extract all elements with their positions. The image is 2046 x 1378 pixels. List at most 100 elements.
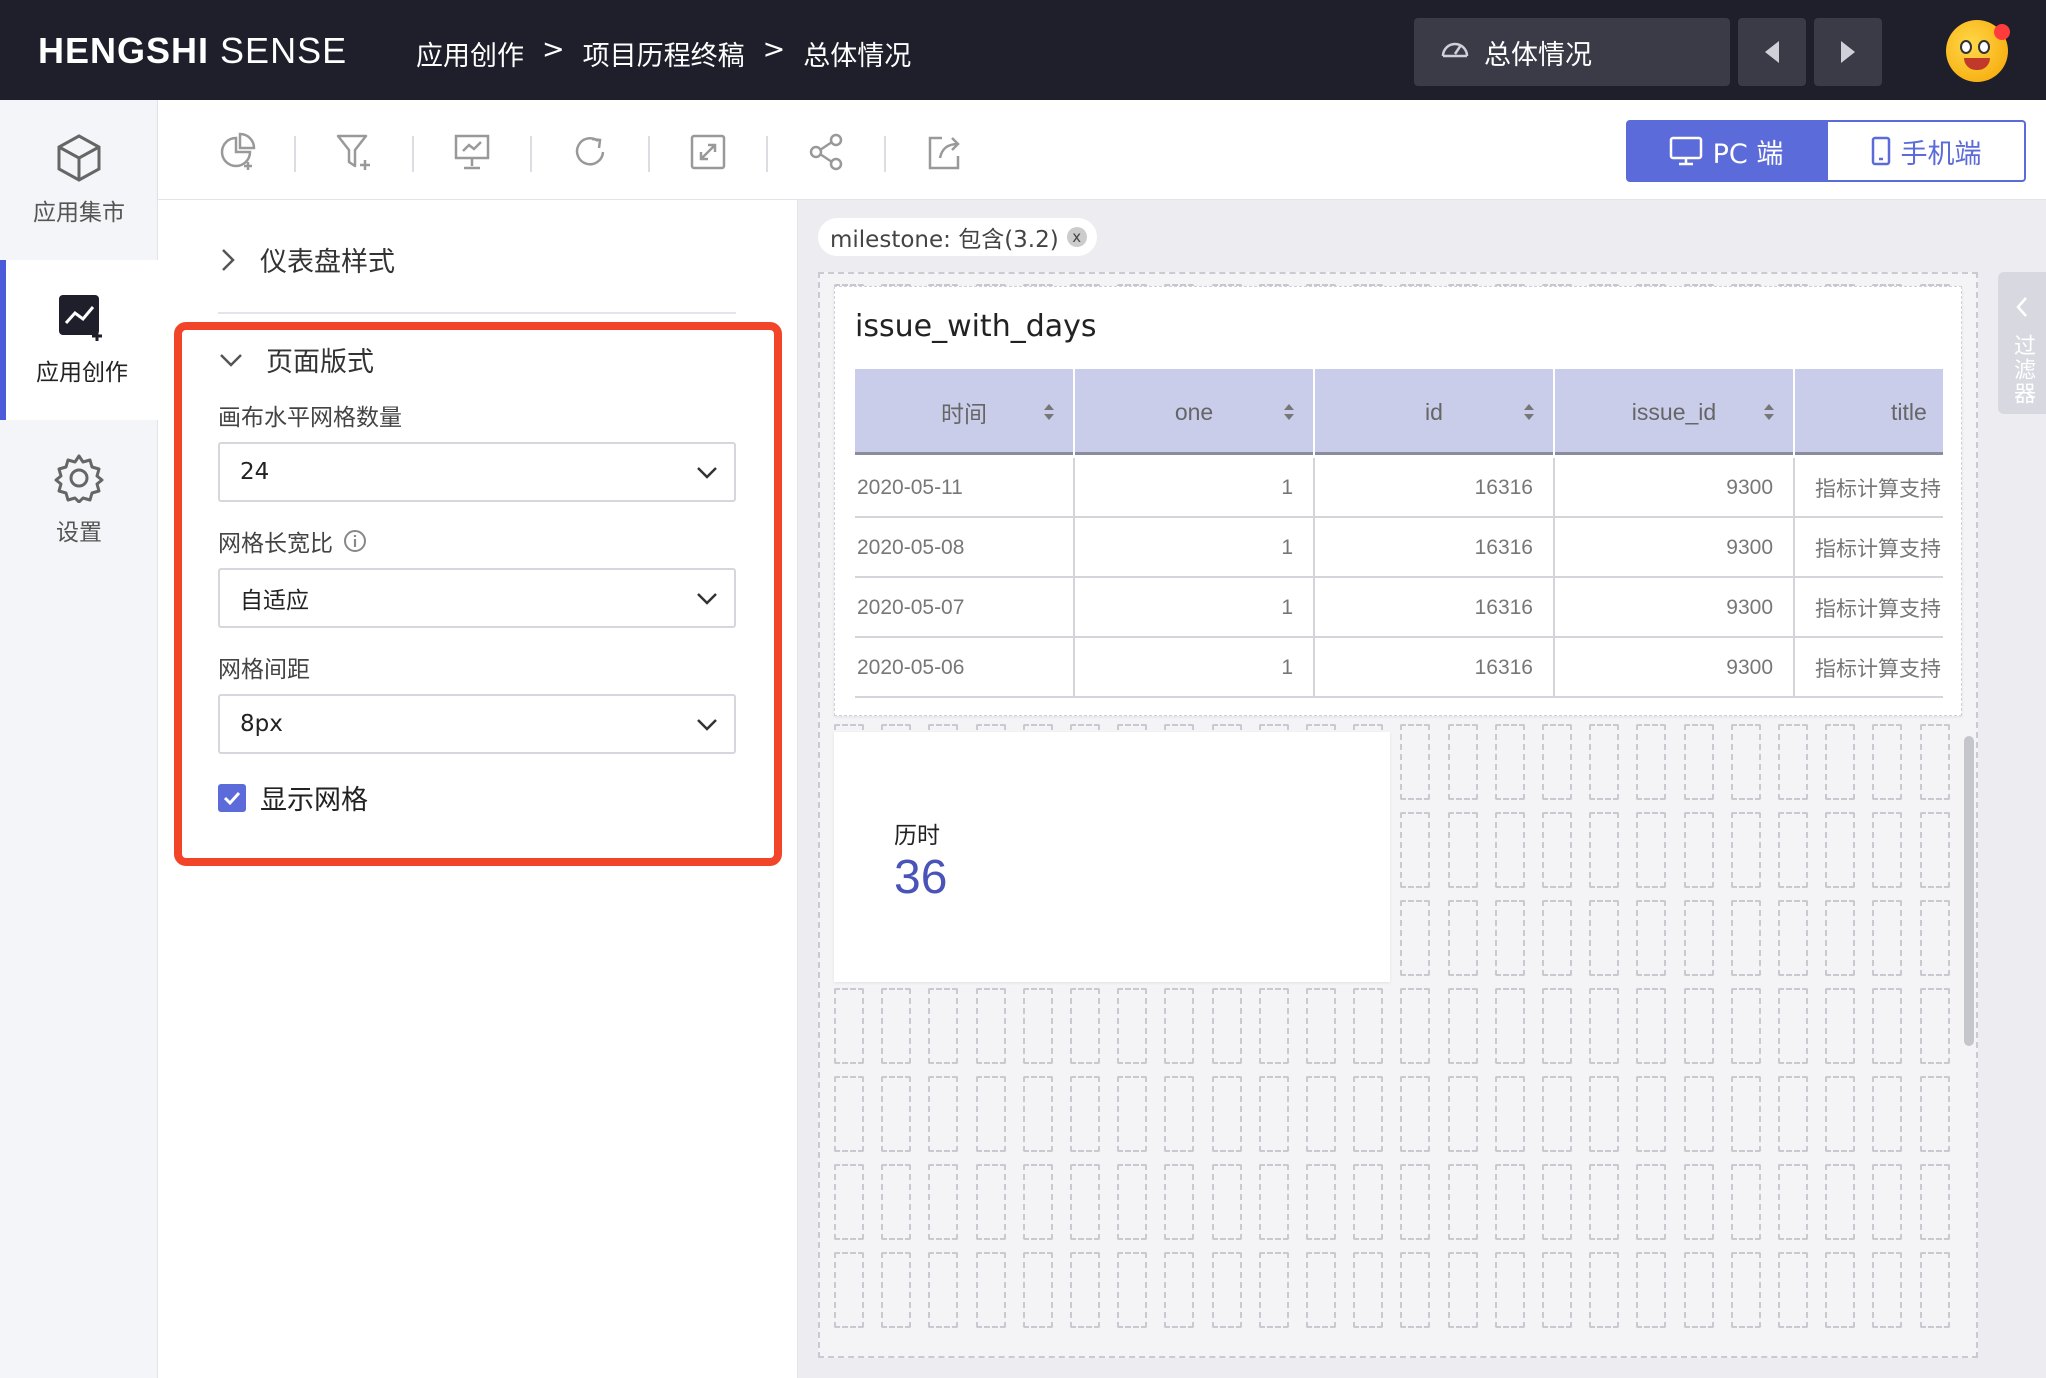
grid-cell: [1730, 812, 1761, 888]
grid-cell: [1258, 1164, 1289, 1240]
grid-cell: [1542, 1076, 1572, 1152]
sort-icon[interactable]: [1763, 403, 1775, 421]
table-cell: 9300: [1555, 578, 1795, 638]
mobile-view-button[interactable]: 手机端: [1826, 120, 2026, 182]
refresh-button[interactable]: [568, 130, 612, 174]
grid-cell: [1872, 724, 1903, 800]
table-header-cell[interactable]: issue_id: [1555, 369, 1795, 455]
grid-cell: [928, 1164, 959, 1240]
table-row[interactable]: 2020-05-11 1 16316 9300 指标计算支持: [855, 458, 1943, 518]
table-row[interactable]: 2020-05-07 1 16316 9300 指标计算支持: [855, 578, 1943, 638]
rail-item-app-creation[interactable]: 应用创作: [0, 260, 158, 420]
data-table: 时间 one id issue_id title 2020-05-11 1 1631…: [855, 369, 1943, 699]
mobile-view-label: 手机端: [1900, 138, 1982, 170]
export-button[interactable]: [922, 130, 966, 174]
filter-chip-close-icon[interactable]: x: [1066, 227, 1087, 247]
card-title: issue_with_days: [855, 309, 1097, 344]
grid-cell: [1447, 988, 1478, 1064]
grid-cell: [1683, 900, 1714, 976]
grid-cell: [1683, 988, 1714, 1064]
section-divider: [218, 312, 736, 314]
add-filter-icon: [336, 134, 370, 170]
table-header: 时间 one id issue_id title: [855, 369, 1943, 455]
grid-cell: [1306, 1252, 1336, 1328]
left-rail: 应用集市 应用创作 设置: [0, 100, 158, 1378]
grid-cell: [834, 1252, 864, 1328]
table-header-cell[interactable]: title: [1795, 369, 1943, 455]
grid-cell: [1211, 1076, 1242, 1152]
table-header-cell[interactable]: id: [1315, 369, 1555, 455]
grid-cell: [975, 988, 1006, 1064]
grid-cell: [1636, 988, 1667, 1064]
column-label: one: [1174, 398, 1214, 425]
fullscreen-button[interactable]: [686, 130, 730, 174]
grid-cell: [1164, 988, 1195, 1064]
column-label: title: [1891, 398, 1927, 425]
grid-cell: [1400, 1252, 1431, 1328]
share-button[interactable]: [804, 130, 848, 174]
grid-cell: [1211, 1164, 1242, 1240]
breadcrumb-item[interactable]: 应用创作: [416, 34, 524, 73]
add-filter-button[interactable]: [332, 130, 376, 174]
grid-cell: [1117, 988, 1148, 1064]
kpi-card[interactable]: 历时 36: [834, 732, 1390, 982]
grid-cell: [1778, 724, 1808, 800]
notification-dot: [1994, 24, 2010, 40]
user-avatar[interactable]: [1946, 20, 2010, 82]
sort-icon[interactable]: [1523, 403, 1535, 421]
filter-chip[interactable]: milestone: 包含(3.2) x: [818, 218, 1097, 256]
grid-cell: [1117, 1164, 1148, 1240]
table-cell: 9300: [1555, 458, 1795, 518]
grid-cell: [1825, 1252, 1856, 1328]
prev-dashboard-button[interactable]: [1738, 18, 1806, 86]
grid-cell: [834, 988, 864, 1064]
next-dashboard-button[interactable]: [1814, 18, 1882, 86]
table-row[interactable]: 2020-05-06 1 16316 9300 指标计算支持: [855, 638, 1943, 698]
grid-cell: [1683, 812, 1714, 888]
grid-cell: [1825, 900, 1856, 976]
dashboard-style-section[interactable]: 仪表盘样式: [218, 240, 395, 279]
grid-cell: [1542, 900, 1572, 976]
grid-cell: [1542, 812, 1572, 888]
column-label: issue_id: [1631, 398, 1717, 425]
table-header-cell[interactable]: one: [1075, 369, 1315, 455]
rail-item-app-market[interactable]: 应用集市: [0, 100, 158, 260]
table-cell: 指标计算支持: [1795, 638, 1943, 698]
dashboard-select[interactable]: 总体情况: [1414, 18, 1730, 86]
grid-cell: [1872, 988, 1903, 1064]
sort-icon[interactable]: [1283, 403, 1295, 421]
add-chart-button[interactable]: [216, 130, 260, 174]
grid-cell: [1919, 724, 1950, 800]
grid-cell: [1306, 1076, 1336, 1152]
rail-item-settings[interactable]: 设置: [0, 420, 158, 580]
add-chart-icon: [220, 132, 256, 170]
filter-panel-toggle[interactable]: 过滤器: [1998, 272, 2046, 414]
grid-cell: [1447, 724, 1478, 800]
table-cell: 2020-05-08: [855, 518, 1075, 578]
pc-view-button[interactable]: PC 端: [1626, 120, 1826, 182]
table-cell: 1: [1075, 578, 1315, 638]
breadcrumb: 应用创作 > 项目历程终稿 > 总体情况: [416, 34, 911, 73]
toolbar-divider: [294, 136, 296, 172]
grid-cell: [1778, 1076, 1808, 1152]
grid-cell: [1825, 988, 1856, 1064]
grid-cell: [1164, 1164, 1195, 1240]
table-row[interactable]: 2020-05-08 1 16316 9300 指标计算支持: [855, 518, 1943, 578]
grid-cell: [881, 1252, 912, 1328]
grid-cell: [1447, 1076, 1478, 1152]
sort-icon[interactable]: [1043, 403, 1055, 421]
table-card[interactable]: issue_with_days 时间 one id issue_id title: [834, 286, 1962, 716]
presentation-button[interactable]: [450, 130, 494, 174]
brand-logo[interactable]: HENGSHI SENSE: [38, 30, 347, 72]
canvas-scrollbar[interactable]: [1964, 736, 1974, 1046]
grid-cell: [1447, 1252, 1478, 1328]
grid-cell: [1117, 1076, 1148, 1152]
table-cell: 2020-05-11: [855, 458, 1075, 518]
grid-cell: [1872, 812, 1903, 888]
grid-cell: [1494, 988, 1525, 1064]
table-cell: 1: [1075, 638, 1315, 698]
table-header-cell[interactable]: 时间: [855, 369, 1075, 455]
grid-cell: [1636, 812, 1667, 888]
grid-cell: [1542, 988, 1572, 1064]
breadcrumb-item[interactable]: 项目历程终稿: [583, 34, 745, 73]
